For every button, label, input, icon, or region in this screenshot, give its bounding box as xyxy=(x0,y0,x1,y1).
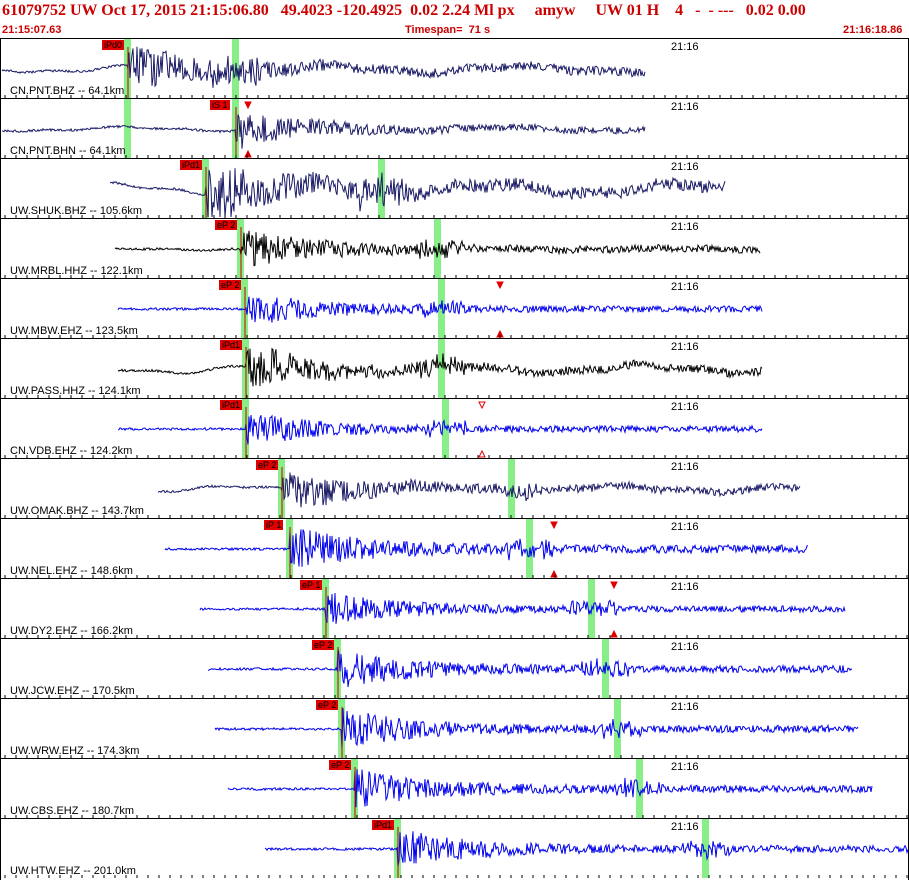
station-channel-label: UW.OMAK.BHZ -- 143.7km xyxy=(10,505,144,517)
trace-plot[interactable] xyxy=(0,639,909,698)
phase-pick-label[interactable]: eP 2 xyxy=(215,220,238,230)
station-channel-label: UW.PASS.HHZ -- 124.1km xyxy=(10,385,141,397)
minute-mark-label: 21:16 xyxy=(671,221,699,233)
waveform xyxy=(164,529,809,567)
phase-pick-label[interactable]: iS 1 xyxy=(210,100,230,110)
phase-pick-label[interactable]: iPd1 xyxy=(220,400,243,410)
minute-mark-label: 21:16 xyxy=(671,581,699,593)
trace-panel[interactable]: iP 1 21:16 UW.NEL.EHZ -- 148.6km xyxy=(0,518,909,578)
trace-plot[interactable] xyxy=(0,819,909,878)
waveform xyxy=(214,708,859,750)
station-channel-label: UW.MBW.EHZ -- 123.5km xyxy=(10,325,138,337)
trace-panel[interactable]: eP 2 21:16 UW.WRW.EHZ -- 174.3km xyxy=(0,698,909,758)
timespan: Timespan= 71 s xyxy=(405,24,491,36)
phase-pick-label[interactable]: eP 2 xyxy=(312,640,335,650)
start-time: 21:15:07.63 xyxy=(2,24,62,36)
station-channel-label: UW.MRBL.HHZ -- 122.1km xyxy=(10,265,143,277)
station-channel-label: UW.SHUK.BHZ -- 105.6km xyxy=(10,205,143,217)
amp-min-marker-icon xyxy=(550,569,558,578)
amp-max-marker-icon xyxy=(478,401,486,410)
trace-panel[interactable]: eP 2 21:16 UW.OMAK.BHZ -- 143.7km xyxy=(0,458,909,518)
trace-plot[interactable] xyxy=(0,99,909,158)
minute-mark-label: 21:16 xyxy=(671,161,699,173)
waveform xyxy=(264,831,909,867)
waveform xyxy=(227,769,873,808)
amp-max-marker-icon xyxy=(550,521,558,530)
station-channel-label: UW.CBS.EHZ -- 180.7km xyxy=(10,805,135,817)
trace-panel[interactable]: eP 2 21:16 UW.JCW.EHZ -- 170.5km xyxy=(0,638,909,698)
waveform xyxy=(117,414,763,445)
waveform xyxy=(1,114,646,149)
station-channel-label: CN.VDB.EHZ -- 124.2km xyxy=(10,445,133,457)
station-channel-label: CN.PNT.BHZ -- 64.1km xyxy=(10,85,125,97)
event-header: 61079752 UW Oct 17, 2015 21:15:06.80 49.… xyxy=(0,0,909,38)
trace-panel[interactable]: eP 2 21:16 UW.MRBL.HHZ -- 122.1km xyxy=(0,218,909,278)
minute-mark-label: 21:16 xyxy=(671,821,699,833)
s-phase-marker xyxy=(442,399,449,458)
station-channel-label: UW.DY2.EHZ -- 166.2km xyxy=(10,625,133,637)
trace-plot[interactable] xyxy=(0,399,909,458)
waveform xyxy=(157,472,801,508)
minute-mark-label: 21:16 xyxy=(671,341,699,353)
phase-pick-label[interactable]: iPd1 xyxy=(180,160,203,170)
s-phase-marker xyxy=(636,759,643,818)
phase-pick-label[interactable]: iP 1 xyxy=(264,520,284,530)
trace-panel[interactable]: iS 1 21:16 CN.PNT.BHN -- 64.1km xyxy=(0,98,909,158)
trace-panel[interactable]: iPd1 21:16 UW.PASS.HHZ -- 124.1km xyxy=(0,338,909,398)
minute-mark-label: 21:16 xyxy=(671,521,699,533)
trace-panel[interactable]: eP 1 21:16 UW.DY2.EHZ -- 166.2km xyxy=(0,578,909,638)
seismogram-panels[interactable]: iPd0 21:16 CN.PNT.BHZ -- 64.1km iS 1 21:16 CN… xyxy=(0,38,909,880)
waveform xyxy=(199,592,846,624)
trace-panel[interactable]: eP 2 21:16 UW.CBS.EHZ -- 180.7km xyxy=(0,758,909,818)
minute-mark-label: 21:16 xyxy=(671,41,699,53)
trace-panel[interactable]: eP 2 21:16 UW.MBW.EHZ -- 123.5km xyxy=(0,278,909,338)
waveform xyxy=(207,648,853,688)
amp-min-marker-icon xyxy=(478,449,486,458)
phase-pick-label[interactable]: eP 2 xyxy=(316,700,339,710)
trace-plot[interactable] xyxy=(0,579,909,638)
trace-panel[interactable]: iPd1 21:16 UW.SHUK.BHZ -- 105.6km xyxy=(0,158,909,218)
minute-mark-label: 21:16 xyxy=(671,461,699,473)
trace-plot[interactable] xyxy=(0,759,909,818)
minute-mark-label: 21:16 xyxy=(671,101,699,113)
phase-pick-label[interactable]: iPd0 xyxy=(102,40,125,50)
station-channel-label: UW.WRW.EHZ -- 174.3km xyxy=(10,745,140,757)
end-time: 21:16:18.86 xyxy=(843,24,903,36)
station-channel-label: UW.JCW.EHZ -- 170.5km xyxy=(10,685,135,697)
trace-panel[interactable]: iPd1 21:16 CN.VDB.EHZ -- 124.2km xyxy=(0,398,909,458)
minute-mark-label: 21:16 xyxy=(671,641,699,653)
phase-pick-label[interactable]: eP 2 xyxy=(329,760,352,770)
amp-min-marker-icon xyxy=(244,149,252,158)
waveform xyxy=(1,46,646,88)
minute-mark-label: 21:16 xyxy=(671,761,699,773)
phase-pick-label[interactable]: eP 1 xyxy=(300,580,323,590)
phase-pick-label[interactable]: iPd1 xyxy=(220,340,243,350)
phase-pick-label[interactable]: eP 2 xyxy=(256,460,279,470)
event-title: 61079752 UW Oct 17, 2015 21:15:06.80 49.… xyxy=(2,2,806,19)
minute-mark-label: 21:16 xyxy=(671,281,699,293)
station-channel-label: UW.HTW.EHZ -- 201.0km xyxy=(10,865,136,877)
phase-pick-label[interactable]: iPd1 xyxy=(372,820,395,830)
minute-mark-label: 21:16 xyxy=(671,401,699,413)
trace-panel[interactable]: iPd1 21:16 UW.HTW.EHZ -- 201.0km xyxy=(0,818,909,878)
amp-max-marker-icon xyxy=(610,581,618,590)
station-channel-label: UW.NEL.EHZ -- 148.6km xyxy=(10,565,133,577)
trace-plot[interactable] xyxy=(0,39,909,98)
trace-plot[interactable] xyxy=(0,519,909,578)
station-channel-label: CN.PNT.BHN -- 64.1km xyxy=(10,145,126,157)
phase-pick-label[interactable]: eP 2 xyxy=(219,280,242,290)
trace-panel[interactable]: iPd0 21:16 CN.PNT.BHZ -- 64.1km xyxy=(0,38,909,98)
panel-left-border xyxy=(0,38,1,880)
amp-max-marker-icon xyxy=(496,281,504,290)
amp-max-marker-icon xyxy=(244,101,252,110)
minute-mark-label: 21:16 xyxy=(671,701,699,713)
amp-min-marker-icon xyxy=(610,629,618,638)
